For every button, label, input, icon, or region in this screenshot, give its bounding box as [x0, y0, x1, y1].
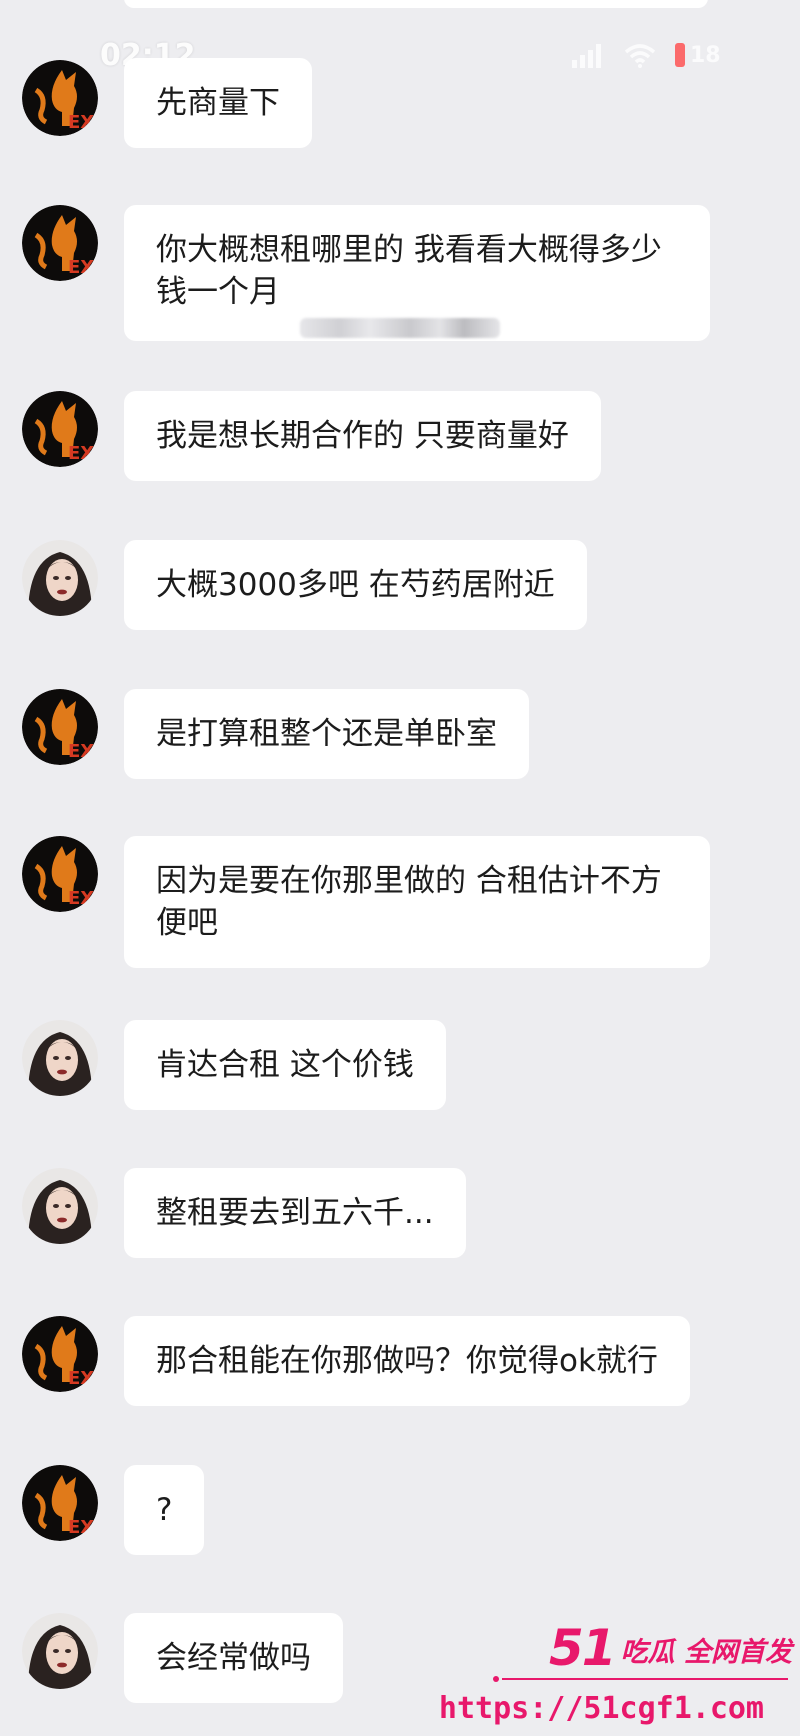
- contact-avatar-cat[interactable]: EX: [22, 689, 98, 765]
- contact-avatar-cat[interactable]: EX: [22, 60, 98, 136]
- message-bubble[interactable]: 那合租能在你那做吗？你觉得ok就行: [124, 1316, 690, 1406]
- message-bubble[interactable]: 是打算租整个还是单卧室: [124, 689, 529, 779]
- watermark: 51 吃瓜 全网首发 https://51cgf1.com: [439, 1618, 800, 1736]
- svg-text:EX: EX: [68, 741, 94, 762]
- contact-avatar-woman[interactable]: [22, 1020, 98, 1096]
- contact-avatar-cat[interactable]: EX: [22, 391, 98, 467]
- contact-avatar-cat[interactable]: EX: [22, 1465, 98, 1541]
- message-bubble[interactable]: 会经常做吗: [124, 1613, 343, 1703]
- watermark-underline: [493, 1676, 788, 1682]
- message-bubble[interactable]: 因为是要在你那里做的 合租估计不方 便吧: [124, 836, 710, 968]
- svg-text:EX: EX: [68, 443, 94, 464]
- message-bubble[interactable]: ?: [124, 1465, 205, 1555]
- message-bubble[interactable]: 大概3000多吧 在芍药居附近: [124, 540, 587, 630]
- contact-avatar-cat[interactable]: EX: [22, 1316, 98, 1392]
- contact-avatar-cat[interactable]: EX: [22, 205, 98, 281]
- watermark-number: 51: [549, 1619, 617, 1677]
- svg-text:EX: EX: [68, 1517, 94, 1538]
- redacted-text-blur: [300, 318, 500, 338]
- contact-avatar-woman[interactable]: [22, 540, 98, 616]
- svg-text:EX: EX: [68, 257, 94, 278]
- contact-avatar-woman[interactable]: [22, 1168, 98, 1244]
- svg-text:EX: EX: [68, 1368, 94, 1389]
- watermark-brand: 51 吃瓜 全网首发: [549, 1622, 792, 1674]
- message-bubble[interactable]: 整租要去到五六千...: [124, 1168, 466, 1258]
- svg-text:EX: EX: [68, 888, 94, 909]
- svg-text:EX: EX: [68, 112, 94, 133]
- message-bubble[interactable]: 肯达合租 这个价钱: [124, 1020, 446, 1110]
- watermark-tagline: 吃瓜 全网首发: [620, 1637, 792, 1668]
- chat-message-list[interactable]: EX 先商量下 EX 你大概想租哪里的 我看看大概得多少 钱一个月 EX 我是想…: [0, 0, 800, 1736]
- contact-avatar-woman[interactable]: [22, 1613, 98, 1689]
- message-bubble[interactable]: 我是想长期合作的 只要商量好: [124, 391, 601, 481]
- message-bubble[interactable]: 先商量下: [124, 58, 312, 148]
- contact-avatar-cat[interactable]: EX: [22, 836, 98, 912]
- watermark-url: https://51cgf1.com: [438, 1691, 764, 1726]
